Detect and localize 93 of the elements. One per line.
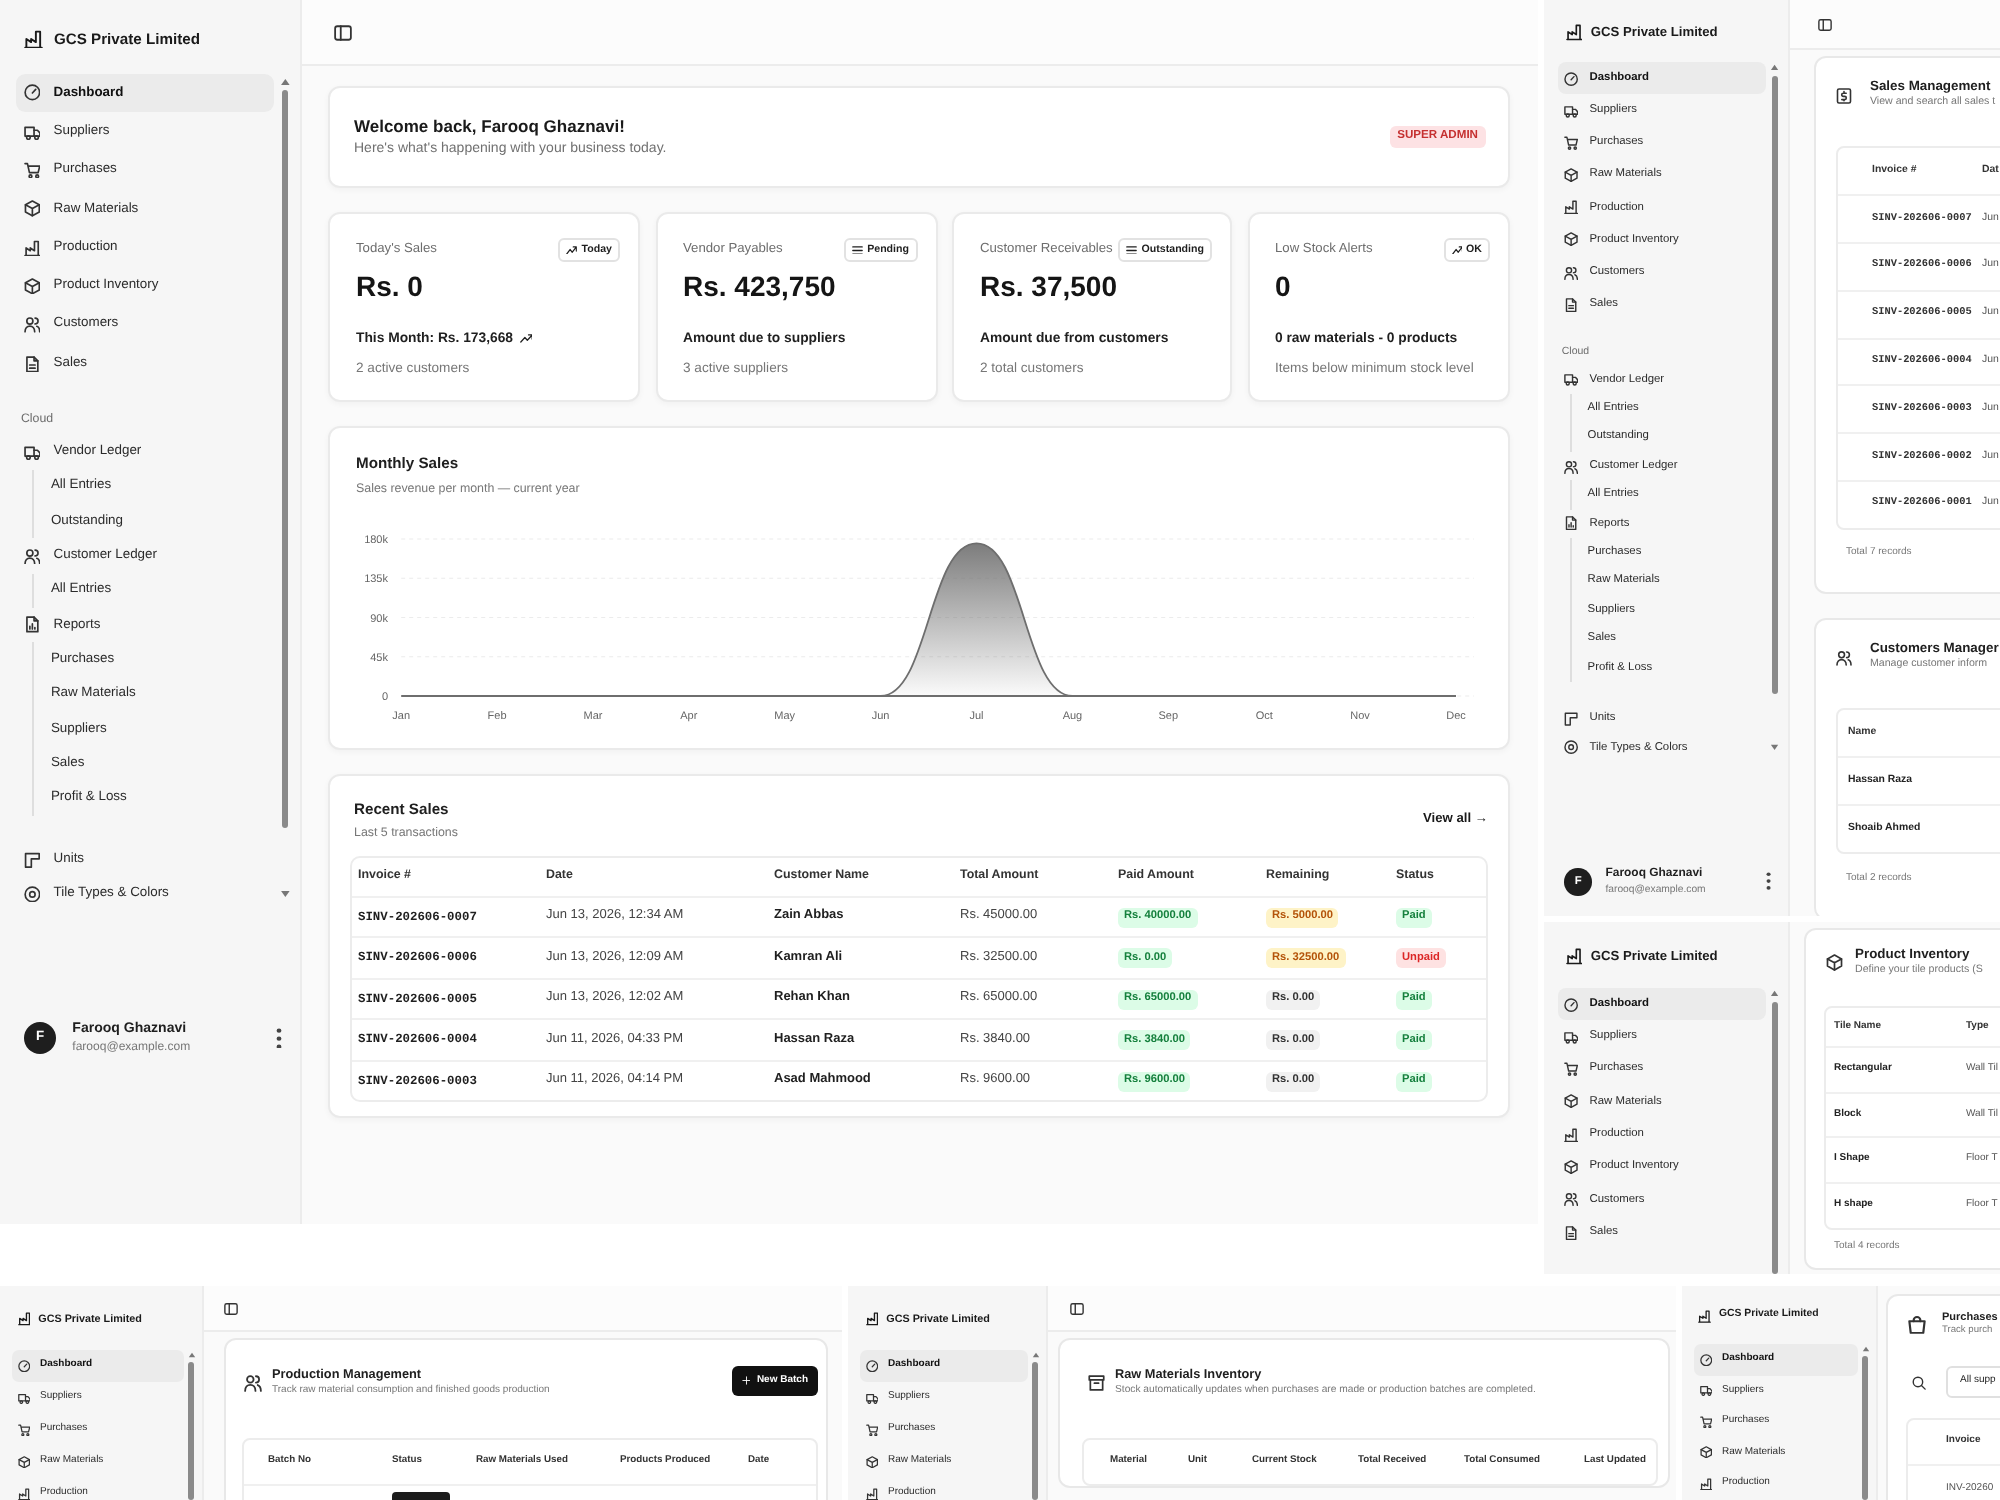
archive-box-icon <box>1088 1374 1105 1392</box>
scroll-up-icon[interactable] <box>1861 1346 1869 1353</box>
cart-icon <box>1699 1415 1712 1428</box>
users-icon <box>1563 265 1579 280</box>
document-icon <box>23 355 41 372</box>
report-icon <box>23 616 41 634</box>
factory-icon <box>865 1487 878 1500</box>
truck-icon <box>865 1391 878 1405</box>
stat-value: Rs. 37,500 <box>980 268 1119 306</box>
factory-icon <box>17 1312 31 1327</box>
list-icon <box>1126 245 1138 255</box>
scrollbar-thumb[interactable] <box>1032 1362 1038 1500</box>
scroll-up-icon[interactable] <box>1770 990 1781 998</box>
plus-icon <box>741 1376 751 1386</box>
cube-icon <box>865 1455 878 1469</box>
stat-value: Rs. 0 <box>356 268 425 306</box>
cart-icon <box>1563 1062 1579 1077</box>
users-icon <box>23 547 41 565</box>
scrollbar-thumb[interactable] <box>282 90 289 829</box>
sidebar-toggle-icon[interactable] <box>334 23 352 41</box>
scrollbar-thumb[interactable] <box>188 1362 194 1500</box>
list-icon <box>852 245 864 255</box>
gauge-icon <box>1563 997 1579 1012</box>
scroll-up-icon[interactable] <box>187 1352 195 1359</box>
truck-icon <box>1563 1029 1579 1044</box>
factory-icon <box>1699 1477 1712 1490</box>
truck-icon <box>23 123 41 141</box>
cart-icon <box>17 1423 30 1437</box>
scroll-up-icon[interactable] <box>279 77 291 86</box>
truck-icon <box>1563 372 1579 388</box>
scrollbar-thumb[interactable] <box>1862 1356 1868 1500</box>
trend-arrow-icon <box>1451 245 1463 255</box>
users-icon <box>1563 459 1579 474</box>
truck-icon <box>1563 103 1579 118</box>
document-icon <box>1563 1225 1579 1240</box>
factory-icon <box>23 239 41 257</box>
cube-icon <box>23 200 41 218</box>
gauge-icon <box>17 1359 30 1373</box>
welcome-title: Welcome back, Farooq Ghaznavi! <box>354 114 627 138</box>
scrollbar-thumb[interactable] <box>1772 75 1779 694</box>
document-icon <box>1563 297 1579 312</box>
scroll-up-icon[interactable] <box>1031 1352 1039 1359</box>
truck-icon <box>1699 1384 1712 1397</box>
truck-icon <box>17 1391 30 1405</box>
ring-icon <box>1563 740 1579 756</box>
factory-icon <box>1563 1127 1579 1142</box>
sidebar-toggle-icon[interactable] <box>1070 1301 1084 1315</box>
gauge-icon <box>23 84 41 102</box>
users-icon <box>1563 1192 1579 1207</box>
cube-icon <box>1699 1446 1712 1459</box>
dollar-document-icon <box>1836 87 1852 104</box>
scroll-up-icon[interactable] <box>1770 64 1781 72</box>
search-icon <box>1912 1375 1926 1390</box>
factory-icon <box>17 1487 30 1500</box>
trend-arrow-icon <box>519 334 532 344</box>
bag-icon <box>1908 1316 1926 1335</box>
gauge-icon <box>865 1359 878 1373</box>
factory-icon <box>24 29 44 49</box>
cube-icon <box>1826 954 1843 972</box>
more-icon[interactable] <box>1766 872 1773 892</box>
cube-icon <box>1563 168 1579 183</box>
scroll-down-icon[interactable] <box>1770 744 1781 752</box>
users-icon <box>23 316 41 334</box>
more-icon[interactable] <box>275 1027 282 1049</box>
cube-icon <box>1563 1160 1579 1175</box>
truck-icon <box>23 444 41 461</box>
stat-value: Rs. 423,750 <box>683 268 838 306</box>
cart-icon <box>1563 135 1579 151</box>
users-icon <box>244 1373 262 1392</box>
cube-icon <box>17 1455 30 1469</box>
factory-icon <box>1563 200 1579 215</box>
corner-shape-icon <box>23 851 41 869</box>
ring-icon <box>23 885 41 903</box>
cube-icon <box>23 277 41 295</box>
factory-icon <box>865 1312 879 1327</box>
cube-icon <box>1563 1094 1579 1110</box>
factory-icon <box>1565 24 1582 42</box>
stat-value: 0 <box>1275 268 1293 306</box>
gauge-icon <box>1699 1353 1712 1366</box>
sidebar-toggle-icon[interactable] <box>1818 17 1832 31</box>
cart-icon <box>865 1423 878 1437</box>
gauge-icon <box>1563 71 1579 86</box>
corner-shape-icon <box>1563 712 1579 727</box>
factory-icon <box>1698 1310 1712 1324</box>
factory-icon <box>1565 948 1582 966</box>
report-icon <box>1563 516 1579 531</box>
sidebar-toggle-icon[interactable] <box>224 1301 238 1315</box>
cube-icon <box>1563 232 1579 248</box>
scrollbar-thumb[interactable] <box>1772 1001 1779 1274</box>
scroll-down-icon[interactable] <box>279 890 291 899</box>
cart-icon <box>23 162 41 179</box>
trend-arrow-icon <box>566 245 578 255</box>
users-icon <box>1836 649 1852 666</box>
